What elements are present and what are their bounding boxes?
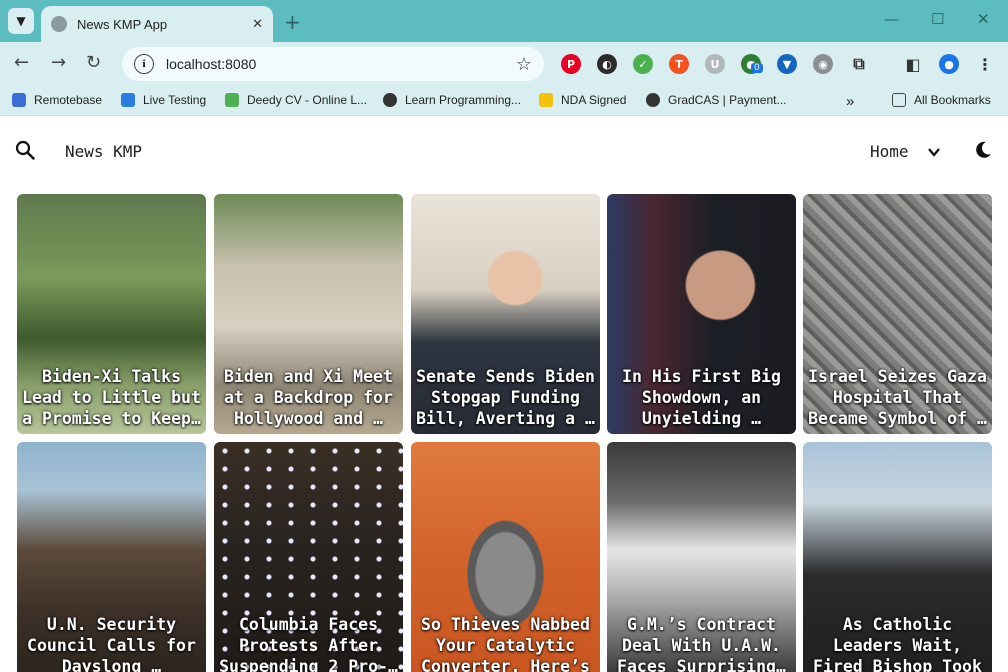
shield-extension-icon[interactable]: ✓ <box>633 54 653 74</box>
article-title: Senate Sends Biden Stopgap Funding Bill,… <box>416 367 595 428</box>
site-info-icon[interactable]: i <box>134 54 154 74</box>
bookmark-label: NDA Signed <box>561 93 627 107</box>
bookmark-item[interactable]: GradCAS | Payment... <box>646 93 787 107</box>
reload-button[interactable]: ↻ <box>86 52 101 73</box>
bookmark-favicon-icon <box>646 93 660 107</box>
article-card[interactable]: Senate Sends Biden Stopgap Funding Bill,… <box>411 194 600 434</box>
close-tab-icon[interactable]: ✕ <box>252 17 263 32</box>
more-bookmarks-button[interactable]: » <box>846 93 854 110</box>
all-bookmarks-label: All Bookmarks <box>914 93 991 107</box>
bookmark-label: Deedy CV - Online L... <box>247 93 368 107</box>
extensions-puzzle-icon[interactable]: ⧉ <box>849 54 869 74</box>
bookmark-favicon-icon <box>12 93 26 107</box>
article-title: G.M.’s Contract Deal With U.A.W. Faces S… <box>617 615 786 672</box>
bookmark-favicon-icon <box>383 93 397 107</box>
article-card[interactable]: Columbia Faces Protests After Suspending… <box>214 442 403 672</box>
bookmark-item[interactable]: NDA Signed <box>539 93 626 107</box>
article-title: So Thieves Nabbed Your Catalytic Convert… <box>421 615 590 672</box>
bookmark-star-icon[interactable]: ☆ <box>516 54 532 75</box>
bookmark-label: Live Testing <box>143 93 207 107</box>
bookmark-item[interactable]: Deedy CV - Online L... <box>225 93 367 107</box>
browser-titlebar: ▼ News KMP App ✕ + — ☐ ✕ <box>0 0 1008 42</box>
bookmark-item[interactable]: Remotebase <box>12 93 102 107</box>
bookmark-favicon-icon <box>225 93 239 107</box>
camera-extension-icon[interactable]: ◉ <box>813 54 833 74</box>
chevron-down-icon <box>927 147 940 157</box>
article-card[interactable]: So Thieves Nabbed Your Catalytic Convert… <box>411 442 600 672</box>
article-title: As Catholic Leaders Wait, Fired Bishop T… <box>813 615 982 672</box>
profile-avatar[interactable]: ● <box>939 54 959 74</box>
folder-icon <box>892 93 906 107</box>
browser-toolbar: ← → ↻ i localhost:8080 ☆ P ◐ ✓ T U ● ▼ ◉… <box>0 42 1008 86</box>
extension-badge: 0 <box>751 63 763 73</box>
bookmarks-bar: Remotebase Live Testing Deedy CV - Onlin… <box>0 86 1008 116</box>
home-dropdown[interactable]: Home <box>870 142 941 161</box>
home-dropdown-label: Home <box>870 142 909 161</box>
article-card[interactable]: U.N. Security Council Calls for Dayslong… <box>17 442 206 672</box>
search-icon[interactable] <box>15 140 35 160</box>
article-title: Biden-Xi Talks Lead to Little but a Prom… <box>22 367 201 428</box>
url-text[interactable]: localhost:8080 <box>166 56 516 72</box>
app-root: News KMP Home Biden-Xi Talks Lead to Lit… <box>1 122 1007 672</box>
article-title: Biden and Xi Meet at a Backdrop for Holl… <box>224 367 393 428</box>
forward-button[interactable]: → <box>51 52 66 73</box>
extension-icon[interactable]: T <box>669 54 689 74</box>
browser-tab[interactable]: News KMP App ✕ <box>41 6 273 42</box>
article-title: In His First Big Showdown, an Unyielding… <box>622 367 781 428</box>
pinterest-extension-icon[interactable]: P <box>561 54 581 74</box>
tab-title: News KMP App <box>77 16 168 32</box>
more-menu-icon[interactable]: ⋮ <box>975 54 995 74</box>
extension-icon[interactable]: U <box>705 54 725 74</box>
globe-icon <box>51 16 67 32</box>
bookmark-favicon-icon <box>121 93 135 107</box>
article-title: U.N. Security Council Calls for Dayslong… <box>27 615 196 672</box>
article-card[interactable]: G.M.’s Contract Deal With U.A.W. Faces S… <box>607 442 796 672</box>
minimize-button[interactable]: — <box>884 10 899 28</box>
app-title: News KMP <box>65 142 143 161</box>
bookmark-label: Learn Programming... <box>405 93 522 107</box>
bookmark-favicon-icon <box>539 93 553 107</box>
tab-search-button[interactable]: ▼ <box>8 8 34 34</box>
article-title: Columbia Faces Protests After Suspending… <box>219 615 398 672</box>
article-card[interactable]: Biden and Xi Meet at a Backdrop for Holl… <box>214 194 403 434</box>
extension-icon[interactable]: ◐ <box>597 54 617 74</box>
all-bookmarks-button[interactable]: All Bookmarks <box>892 93 991 107</box>
article-title: Israel Seizes Gaza Hospital That Became … <box>808 367 987 428</box>
article-card[interactable]: In His First Big Showdown, an Unyielding… <box>607 194 796 434</box>
bookmark-item[interactable]: Live Testing <box>121 93 206 107</box>
bookmark-item[interactable]: Learn Programming... <box>383 93 521 107</box>
dark-mode-icon[interactable] <box>973 140 993 160</box>
new-tab-button[interactable]: + <box>284 10 301 34</box>
address-bar[interactable]: i localhost:8080 ☆ <box>122 47 544 81</box>
maximize-button[interactable]: ☐ <box>931 10 944 28</box>
close-window-button[interactable]: ✕ <box>977 10 990 28</box>
bookmark-label: Remotebase <box>34 93 103 107</box>
article-card[interactable]: Israel Seizes Gaza Hospital That Became … <box>803 194 992 434</box>
chevron-down-icon: ▼ <box>16 14 26 28</box>
bitwarden-extension-icon[interactable]: ▼ <box>777 54 797 74</box>
back-button[interactable]: ← <box>14 52 29 73</box>
article-card[interactable]: Biden-Xi Talks Lead to Little but a Prom… <box>17 194 206 434</box>
bookmark-label: GradCAS | Payment... <box>668 93 787 107</box>
article-card[interactable]: As Catholic Leaders Wait, Fired Bishop T… <box>803 442 992 672</box>
side-panel-icon[interactable]: ◧ <box>903 54 923 74</box>
